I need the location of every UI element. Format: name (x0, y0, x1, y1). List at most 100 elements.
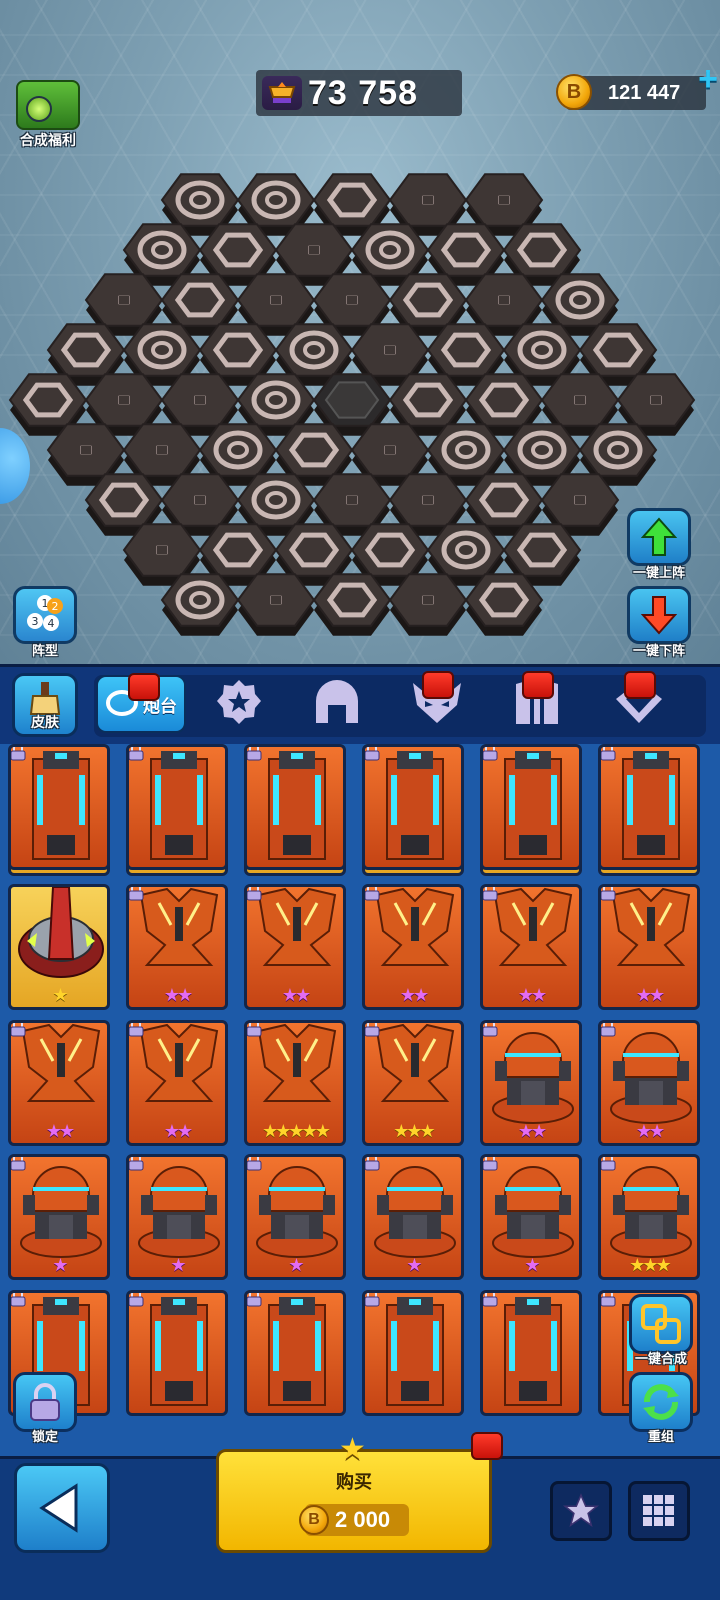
orange-heart-unit-icon (131, 887, 225, 990)
unit-card[interactable] (244, 1290, 346, 1416)
padlock-icon (11, 747, 27, 761)
orange-tower-unit-icon (249, 747, 343, 867)
unit-card[interactable]: ★ (126, 1154, 228, 1280)
regroup-label: 重组 (647, 1429, 674, 1444)
unit-card[interactable]: ★ (244, 1154, 346, 1280)
orange-heart-unit-icon (13, 1023, 107, 1126)
star-rating: ★ (406, 1255, 422, 1275)
unit-card[interactable]: ★★ (126, 884, 228, 1010)
deploy-all-button[interactable]: 一键上阵 (624, 508, 694, 581)
padlock-icon (483, 1293, 499, 1307)
padlock-icon (11, 1023, 27, 1037)
orange-dome-unit-icon (485, 1023, 579, 1134)
unit-card[interactable] (244, 744, 346, 870)
synth-benefit-button[interactable]: 合成福利 (12, 80, 84, 150)
orange-tower-unit-icon (249, 1293, 343, 1413)
treasure-chest-icon (16, 80, 80, 130)
tab-turret-base[interactable]: 炮台 (96, 673, 186, 733)
star-rating: ★★ (281, 985, 311, 1005)
board-slot[interactable] (236, 573, 316, 636)
orange-heart-unit-icon (367, 887, 461, 990)
tab-demon-mask[interactable] (392, 671, 482, 733)
lock-label: 锁定 (31, 1429, 58, 1444)
regroup-button[interactable]: 重组 (626, 1372, 696, 1445)
orange-tower-unit-icon (367, 1293, 461, 1413)
star-icon (562, 1493, 600, 1528)
back-arrow-icon (39, 1483, 78, 1533)
unit-card[interactable] (362, 1290, 464, 1416)
unit-card[interactable]: ★★ (480, 884, 582, 1010)
star-rating: ★ (288, 1255, 304, 1275)
coin-counter: B 121 447 + (556, 60, 718, 110)
favorites-button[interactable] (550, 1481, 612, 1541)
unit-card[interactable]: ★★★★★ (244, 1020, 346, 1146)
arrow-up-icon (627, 508, 691, 566)
undeploy-all-button[interactable]: 一键下阵 (624, 586, 694, 659)
trophy-counter: 73 758 (256, 70, 462, 116)
unit-card[interactable]: ★ (362, 1154, 464, 1280)
board-slot[interactable] (464, 573, 544, 636)
unit-card[interactable] (8, 744, 110, 870)
padlock-icon (11, 1157, 27, 1171)
merge-all-button[interactable]: 一键合成 (626, 1294, 696, 1367)
lock-button[interactable]: 锁定 (10, 1372, 80, 1445)
padlock-icon (247, 1293, 263, 1307)
buy-label: 购买 (336, 1472, 372, 1492)
unit-card[interactable] (598, 744, 700, 870)
orange-tower-unit-icon (485, 1293, 579, 1413)
star-rating: ★★★ (393, 1121, 435, 1141)
unit-card[interactable]: ★ (8, 884, 110, 1010)
unit-card[interactable]: ★★ (244, 884, 346, 1010)
star-rating: ★★ (517, 985, 547, 1005)
unit-card[interactable] (480, 744, 582, 870)
board-slot[interactable] (160, 573, 240, 636)
unit-card[interactable]: ★★ (598, 884, 700, 1010)
category-tab-bar: 皮肤 炮台 (0, 664, 720, 744)
notification-badge (522, 671, 554, 699)
tab-claw[interactable] (492, 671, 582, 733)
skin-button[interactable]: 皮肤 (12, 673, 78, 737)
orange-dome-unit-icon (13, 1157, 107, 1268)
padlock-icon (483, 1157, 499, 1171)
padlock-icon (601, 1023, 617, 1037)
star-rating: ★★★ (629, 1255, 671, 1275)
unit-card[interactable] (480, 1290, 582, 1416)
unit-card[interactable]: ★ (480, 1154, 582, 1280)
back-button[interactable] (14, 1463, 110, 1553)
trophy-value: 73 758 (308, 73, 418, 112)
unit-card[interactable]: ★★★ (362, 1020, 464, 1146)
coin-icon: B (299, 1505, 329, 1535)
bottom-bar: ★ 购买 B 2 000 (0, 1432, 720, 1600)
merge-all-label: 一键合成 (634, 1351, 687, 1366)
add-coins-button[interactable]: + (698, 60, 718, 99)
board-slot[interactable] (312, 573, 392, 636)
unit-card[interactable]: ★ (8, 1154, 110, 1280)
orange-tower-unit-icon (131, 1293, 225, 1413)
formation-button[interactable]: 1 2 3 4 阵型 (10, 586, 80, 659)
grid-view-button[interactable] (628, 1481, 690, 1541)
padlock-icon (365, 1293, 381, 1307)
unit-card[interactable]: ★★ (126, 1020, 228, 1146)
orange-heart-unit-icon (249, 887, 343, 990)
star-rating: ★ (52, 985, 68, 1005)
formation-label: 阵型 (31, 643, 58, 658)
unit-card[interactable] (126, 1290, 228, 1416)
padlock-icon (129, 1023, 145, 1037)
star-rating: ★ (52, 1255, 68, 1275)
unit-card[interactable]: ★★ (598, 1020, 700, 1146)
unit-card[interactable]: ★★ (8, 1020, 110, 1146)
unit-card[interactable]: ★★ (362, 884, 464, 1010)
tab-helmet[interactable] (292, 675, 382, 733)
unit-card[interactable] (126, 744, 228, 870)
unit-card[interactable]: ★★ (480, 1020, 582, 1146)
buy-button[interactable]: ★ 购买 B 2 000 (216, 1432, 503, 1553)
board-slot[interactable] (388, 573, 468, 636)
tab-diamond[interactable] (594, 671, 684, 733)
skin-label: 皮肤 (31, 714, 59, 730)
orange-dome-unit-icon (485, 1157, 579, 1268)
tab-gear-star[interactable] (194, 675, 284, 733)
unit-card[interactable] (362, 744, 464, 870)
star-rating: ★★ (163, 1121, 193, 1141)
unit-card[interactable]: ★★★ (598, 1154, 700, 1280)
orange-dome-unit-icon (603, 1023, 697, 1134)
